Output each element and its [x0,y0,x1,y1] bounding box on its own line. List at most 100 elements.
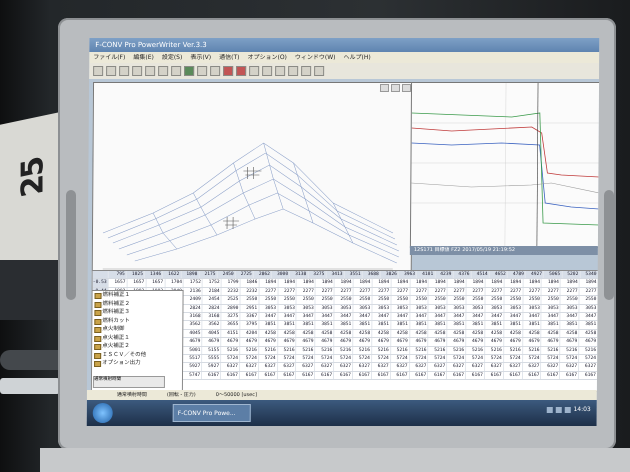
table-cell[interactable]: 3447 [353,312,373,321]
window-icon[interactable] [288,66,299,76]
table-cell[interactable]: 6327 [522,363,542,371]
table-cell[interactable]: 3447 [334,312,354,321]
minimize-icon[interactable] [379,84,390,92]
table-cell[interactable]: 3447 [409,312,429,321]
print-icon[interactable] [132,66,143,76]
menu-edit[interactable]: 編集(E) [133,52,154,63]
table-cell[interactable]: 6167 [334,371,353,380]
table-cell[interactable]: 1894 [447,279,467,287]
table-cell[interactable]: 3447 [296,312,316,321]
map-3d-view[interactable] [91,82,414,272]
table-cell[interactable]: 5724 [447,354,467,363]
table-cell[interactable]: 6327 [560,363,580,371]
table-cell[interactable]: 3851 [353,321,373,329]
table-cell[interactable]: 2277 [278,287,298,296]
table-cell[interactable]: 3053 [334,304,354,312]
table-cell[interactable]: 5747 [183,371,203,380]
table-cell[interactable]: 2277 [541,287,561,296]
write-ecu-icon[interactable] [223,66,234,76]
table-cell[interactable]: 3851 [296,321,316,329]
table-cell[interactable]: 5216 [560,346,580,354]
grid-icon[interactable] [262,66,273,76]
table-cell[interactable]: 6167 [447,371,467,380]
table-cell[interactable]: 5216 [258,346,278,354]
table-cell[interactable]: 2232 [240,287,260,296]
table-cell[interactable]: 2454 [202,296,222,304]
table-cell[interactable]: 4258 [541,329,561,338]
paste-icon[interactable] [171,66,182,76]
table-cell[interactable]: 2824 [202,304,222,312]
table-cell[interactable]: 6167 [202,371,222,380]
table-cell[interactable]: 4258 [259,329,278,338]
table-cell[interactable]: 2550 [240,296,260,304]
table-cell[interactable]: 4679 [334,338,354,346]
table-cell[interactable]: 3851 [560,321,580,329]
table-cell[interactable]: 4258 [390,329,410,338]
taskbar-app-item[interactable]: F-CONV Pro Powe... [172,404,251,422]
table-cell[interactable]: 4679 [579,338,599,346]
table-cell[interactable]: 2277 [523,287,543,296]
menu-file[interactable]: ファイル(F) [93,52,125,63]
table-cell[interactable]: 1752 [202,279,222,287]
table-cell[interactable]: 1799 [221,279,241,287]
tree-item-option-output[interactable]: オプション出力 [92,359,182,368]
table-cell[interactable]: 3168 [183,312,203,321]
table-cell[interactable]: 3447 [485,312,505,321]
table-cell[interactable]: 6327 [428,363,448,371]
tree-item-iscv[interactable]: ＩＳＣＶ／その他 [92,351,182,360]
table-cell[interactable]: 4679 [315,338,335,346]
table-cell[interactable]: 4258 [447,329,467,338]
table-cell[interactable]: 2277 [447,287,467,296]
tile-icon[interactable] [301,66,312,76]
table-cell[interactable]: 3795 [240,321,260,329]
table-cell[interactable]: 4679 [522,338,542,346]
table-cell[interactable]: 3447 [522,312,542,321]
table-cell[interactable]: 6327 [390,363,410,371]
tree-item-ignition-control[interactable]: 点火制御 [92,325,182,334]
table-cell[interactable]: 3851 [315,321,335,329]
table-icon[interactable] [197,66,208,76]
table-cell[interactable]: 3053 [296,304,316,312]
table-cell[interactable]: 2550 [428,296,448,304]
table-cell[interactable]: 3447 [579,312,599,321]
table-cell[interactable]: 6327 [221,363,240,371]
table-cell[interactable]: 1846 [240,279,260,287]
table-cell[interactable]: 6327 [296,363,316,371]
table-cell[interactable]: 5724 [409,354,429,363]
table-cell[interactable]: 3851 [466,321,486,329]
table-cell[interactable]: 4679 [503,338,523,346]
table-cell[interactable]: 4679 [560,338,580,346]
open-file-icon[interactable] [106,66,117,76]
table-cell[interactable]: 5216 [447,346,467,354]
table-cell[interactable]: 5216 [485,346,504,354]
table-cell[interactable]: 1894 [372,279,392,287]
table-cell[interactable]: 2277 [315,287,335,296]
table-cell[interactable]: 6167 [258,371,278,380]
table-cell[interactable]: 1894 [278,279,298,287]
table-cell[interactable]: 3851 [334,321,354,329]
table-cell[interactable]: 5216 [522,346,542,354]
tree-item-ignition-2[interactable]: 点火補正２ [92,342,182,351]
table-cell[interactable]: 2184 [202,287,222,296]
table-cell[interactable]: 3053 [428,304,448,312]
table-cell[interactable]: 1894 [297,279,316,287]
table-cell[interactable]: 5216 [315,346,335,354]
start-button[interactable] [92,403,113,423]
table-cell[interactable]: 6167 [560,371,580,380]
table-cell[interactable]: 6167 [239,371,259,380]
table-cell[interactable]: 4679 [202,338,222,346]
network-icon[interactable] [546,406,553,413]
table-cell[interactable]: 3053 [353,304,373,312]
new-file-icon[interactable] [93,66,104,76]
table-cell[interactable]: 4679 [372,338,391,346]
maximize-icon[interactable] [390,84,401,92]
table-cell[interactable]: 3447 [466,312,486,321]
table-cell[interactable]: 3053 [485,304,505,312]
table-cell[interactable]: 6167 [409,371,429,380]
table-cell[interactable]: 2550 [278,296,297,304]
table-cell[interactable]: 5724 [239,354,259,363]
table-cell[interactable]: 1894 [334,279,354,287]
table-cell[interactable]: 2550 [523,296,542,304]
table-cell[interactable]: 3053 [447,304,467,312]
table-cell[interactable]: 2277 [334,287,354,296]
